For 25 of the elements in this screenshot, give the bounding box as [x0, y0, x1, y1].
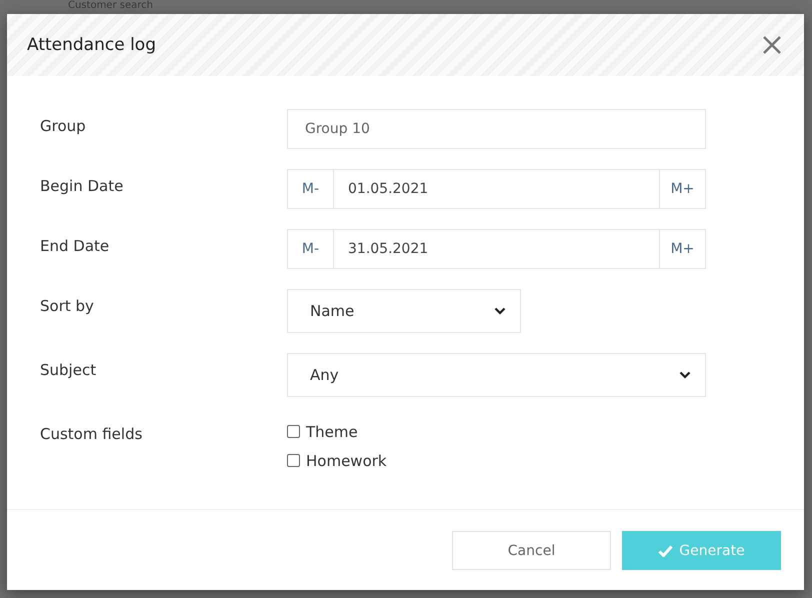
- field-label: Custom fields: [40, 424, 144, 445]
- dialog-title: Attendance log: [27, 35, 156, 55]
- next-month-button[interactable]: M+: [659, 229, 706, 269]
- checkmark-icon: [658, 544, 674, 556]
- checkbox[interactable]: [287, 425, 300, 438]
- checkbox-option[interactable]: Homework: [287, 446, 706, 475]
- field-label: Subject: [40, 360, 98, 381]
- caret-icon: [679, 371, 691, 379]
- close-icon[interactable]: [762, 35, 782, 55]
- select-field[interactable]: Name: [287, 289, 521, 333]
- field-label: Sort by: [40, 296, 95, 317]
- checkbox-option[interactable]: Theme: [287, 417, 706, 446]
- date-field[interactable]: 31.05.2021: [334, 229, 659, 269]
- previous-month-button[interactable]: M-: [287, 169, 334, 209]
- previous-month-button[interactable]: M-: [287, 229, 334, 269]
- input-field[interactable]: Group 10: [287, 109, 706, 149]
- date-field[interactable]: 01.05.2021: [334, 169, 659, 209]
- field-label: Begin Date: [40, 176, 124, 197]
- caret-icon: [494, 307, 506, 315]
- select-field[interactable]: Any: [287, 353, 706, 397]
- next-month-button[interactable]: M+: [659, 169, 706, 209]
- checkbox[interactable]: [287, 454, 300, 467]
- cancel-button[interactable]: Cancel: [452, 531, 611, 570]
- field-label: Group: [40, 116, 87, 137]
- field-label: End Date: [40, 236, 110, 257]
